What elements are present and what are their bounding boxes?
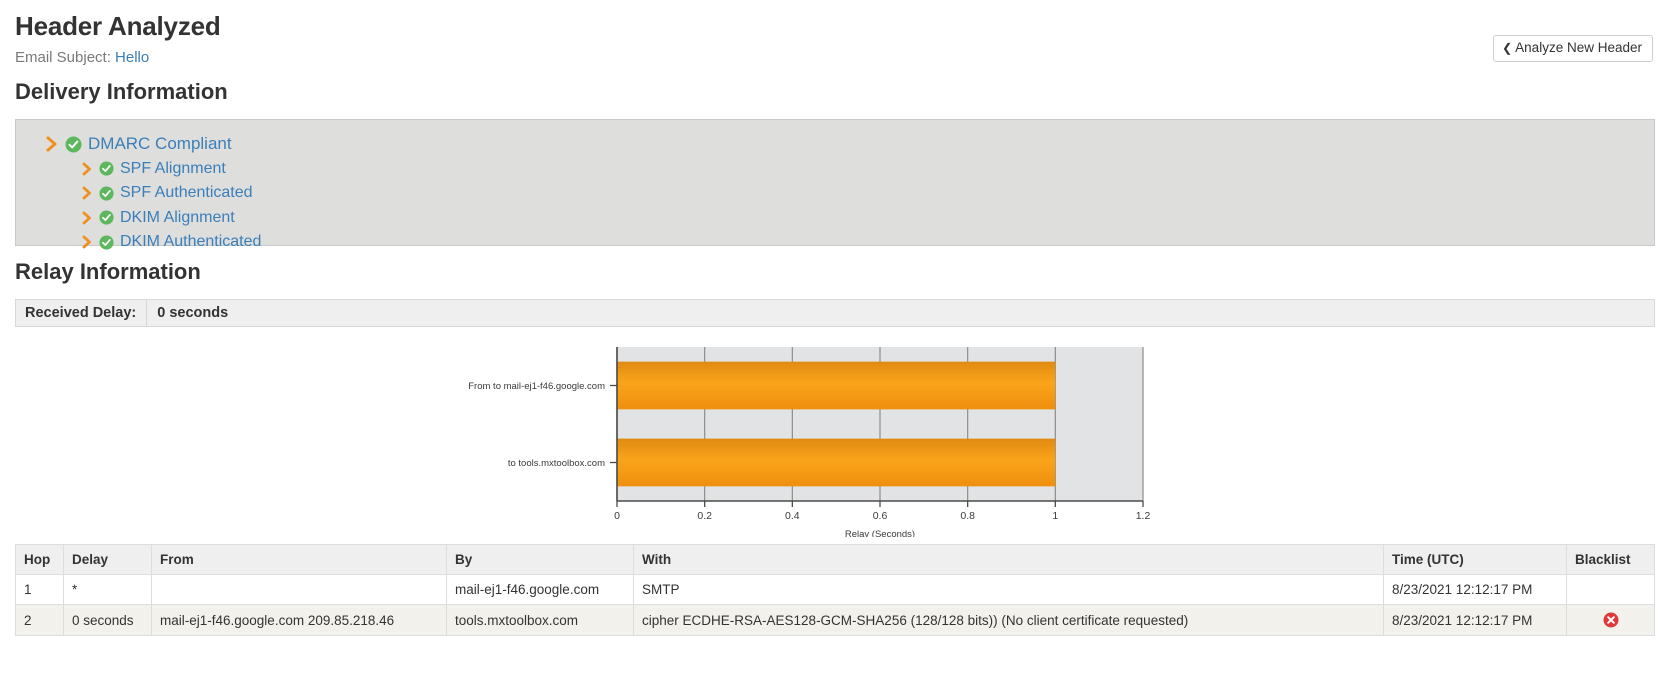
chart-bar <box>617 438 1056 487</box>
delivery-item-label[interactable]: DKIM Authenticated <box>120 233 261 251</box>
cell-from <box>151 574 447 605</box>
relay-hops-table: Hop Delay From By With Time (UTC) Blackl… <box>15 544 1655 637</box>
cell-hop: 2 <box>15 603 64 637</box>
delivery-information-panel: DMARC Compliant SPF Alignment SPF Authen… <box>15 119 1655 250</box>
page-title: Header Analyzed <box>15 11 221 41</box>
relay-information-title: Relay Information <box>15 259 201 284</box>
check-circle-icon <box>99 161 114 176</box>
table-row: 2 0 seconds mail-ej1-f46.google.com 209.… <box>15 603 1655 637</box>
table-row: 1 * mail-ej1-f46.google.com SMTP 8/23/20… <box>15 574 1655 605</box>
column-header-from: From <box>151 544 447 575</box>
chart-x-tick-label: 0.8 <box>960 510 975 522</box>
check-circle-icon <box>65 136 82 153</box>
check-circle-icon <box>99 235 114 250</box>
chart-category-label: From to mail-ej1-f46.google.com <box>468 381 605 392</box>
delivery-item-spf-authenticated[interactable]: SPF Authenticated <box>16 181 1654 206</box>
cell-with: cipher ECDHE-RSA-AES128-GCM-SHA256 (128/… <box>633 603 1384 637</box>
received-delay-value: 0 seconds <box>157 305 229 321</box>
chart-category-label: to tools.mxtoolbox.com <box>508 458 605 469</box>
cell-by: tools.mxtoolbox.com <box>446 603 634 637</box>
check-circle-icon <box>99 210 114 225</box>
check-circle-icon <box>99 186 114 201</box>
column-header-delay: Delay <box>63 544 152 575</box>
delivery-information-title: Delivery Information <box>15 79 228 104</box>
column-header-time: Time (UTC) <box>1383 544 1567 575</box>
cell-delay: * <box>63 574 152 605</box>
cell-delay: 0 seconds <box>63 603 152 637</box>
column-header-hop: Hop <box>15 544 64 575</box>
chevron-right-icon[interactable] <box>82 186 93 200</box>
chevron-right-icon[interactable] <box>82 235 93 249</box>
analyze-new-header-button[interactable]: ❮ Analyze New Header <box>1493 35 1653 62</box>
cell-from: mail-ej1-f46.google.com 209.85.218.46 <box>151 603 447 637</box>
analyze-new-header-label: Analyze New Header <box>1515 40 1642 55</box>
cell-time: 8/23/2021 12:12:17 PM <box>1383 603 1567 637</box>
blacklist-error-icon[interactable] <box>1603 612 1619 628</box>
chevron-right-icon[interactable] <box>82 211 93 225</box>
received-delay-label: Received Delay: <box>16 300 148 326</box>
header-analyzer-page: Header Analyzed Email Subject: Hello ❮ An… <box>0 0 1670 691</box>
column-header-blacklist: Blacklist <box>1566 544 1655 575</box>
relay-bar-chart: From to mail-ej1-f46.google.com to tools.… <box>468 347 1151 537</box>
chart-x-tick-label: 1 <box>1052 510 1058 522</box>
chart-x-tick-label: 0 <box>614 510 620 522</box>
column-header-by: By <box>446 544 634 575</box>
email-subject-link[interactable]: Hello <box>115 49 149 66</box>
chart-x-tick-label: 1.2 <box>1136 510 1151 522</box>
column-header-with: With <box>633 544 1384 575</box>
chart-x-tick-label: 0.6 <box>873 510 888 522</box>
delivery-item-label[interactable]: DKIM Alignment <box>120 209 235 227</box>
chart-bar <box>617 361 1056 410</box>
email-subject-line: Email Subject: Hello <box>15 49 1655 66</box>
delivery-item-label[interactable]: DMARC Compliant <box>88 134 232 154</box>
chart-x-tick-label: 0.2 <box>697 510 712 522</box>
relay-chart-container: From to mail-ej1-f46.google.com to tools.… <box>15 333 1655 537</box>
table-header-row: Hop Delay From By With Time (UTC) Blackl… <box>15 544 1655 575</box>
received-delay-bar: Received Delay: 0 seconds <box>15 299 1655 327</box>
delivery-item-label[interactable]: SPF Alignment <box>120 160 226 178</box>
delivery-item-spf-alignment[interactable]: SPF Alignment <box>16 157 1654 182</box>
cell-blacklist <box>1566 603 1655 637</box>
email-subject-label: Email Subject: <box>15 49 111 66</box>
chevron-right-icon[interactable] <box>82 162 93 176</box>
delivery-item-dkim-alignment[interactable]: DKIM Alignment <box>16 206 1654 231</box>
cell-blacklist <box>1566 574 1655 605</box>
chevron-right-icon[interactable] <box>46 136 59 152</box>
cell-by: mail-ej1-f46.google.com <box>446 574 634 605</box>
chevron-left-icon: ❮ <box>1502 40 1513 55</box>
delivery-item-label[interactable]: SPF Authenticated <box>120 184 253 202</box>
chart-x-axis-label: Relay (Seconds) <box>845 529 915 537</box>
delivery-item-dmarc-compliant[interactable]: DMARC Compliant <box>16 132 1654 157</box>
chart-x-tick-label: 0.4 <box>785 510 800 522</box>
cell-time: 8/23/2021 12:12:17 PM <box>1383 574 1567 605</box>
cell-hop: 1 <box>15 574 64 605</box>
cell-with: SMTP <box>633 574 1384 605</box>
